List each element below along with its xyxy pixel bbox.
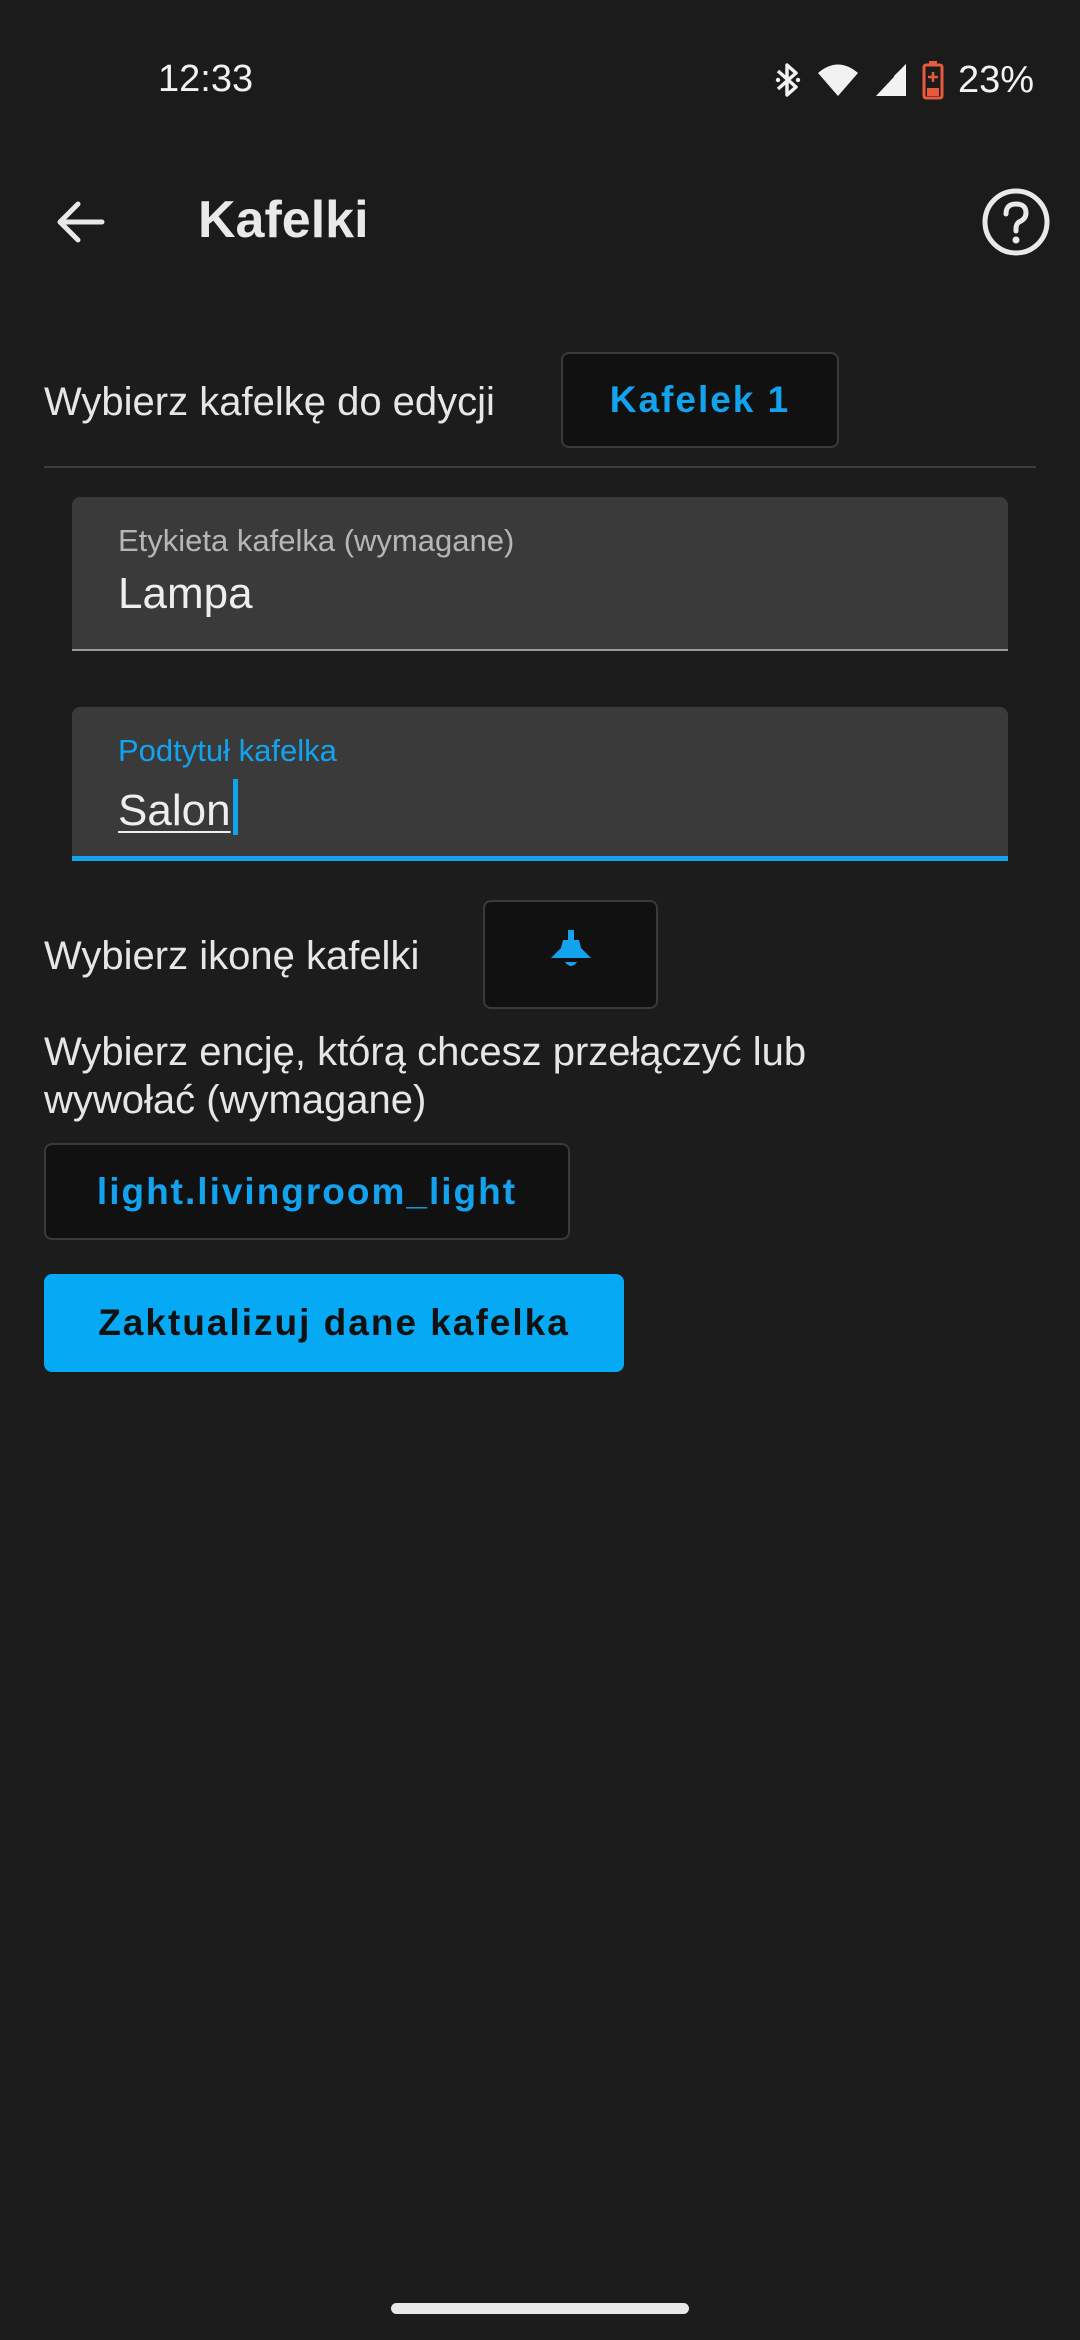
entity-selector-value: light.livingroom_light bbox=[96, 1170, 518, 1212]
screen: 12:33 23% Kafelki Wybierz kafelkę do edy… bbox=[0, 0, 1080, 2340]
tile-label-field-underline bbox=[72, 649, 1008, 651]
bluetooth-icon bbox=[774, 60, 802, 100]
app-bar: Kafelki bbox=[0, 160, 1080, 290]
tile-selector-button[interactable]: Kafelek 1 bbox=[561, 352, 839, 448]
status-time: 12:33 bbox=[158, 58, 254, 100]
help-circle-icon bbox=[981, 187, 1051, 262]
entity-selector-label-line2: wywołać (wymagane) bbox=[44, 1078, 427, 1122]
entity-selector-label-line1: Wybierz encję, którą chcesz przełączyć l… bbox=[44, 1030, 807, 1074]
battery-percent: 23% bbox=[957, 58, 1034, 101]
tile-selector-label: Wybierz kafelkę do edycji bbox=[44, 380, 495, 424]
entity-selector-button[interactable]: light.livingroom_light bbox=[44, 1143, 570, 1240]
entity-selector-label: Wybierz encję, którą chcesz przełączyć l… bbox=[44, 1028, 806, 1124]
ceiling-lamp-icon bbox=[547, 928, 595, 981]
icon-selector-button[interactable] bbox=[483, 900, 658, 1009]
arrow-back-icon bbox=[54, 200, 106, 249]
tile-label-field[interactable]: Etykieta kafelka (wymagane) Lampa bbox=[72, 497, 1008, 651]
page-title: Kafelki bbox=[198, 191, 369, 249]
back-button[interactable] bbox=[40, 184, 120, 264]
tile-selector-value: Kafelek 1 bbox=[609, 379, 791, 420]
tile-subtitle-field[interactable]: Podtytuł kafelka Salon bbox=[72, 707, 1008, 861]
tile-label-field-label: Etykieta kafelka (wymagane) bbox=[118, 523, 515, 558]
divider bbox=[44, 466, 1036, 468]
update-tile-button-label: Zaktualizuj dane kafelka bbox=[98, 1302, 570, 1343]
tile-subtitle-field-underline bbox=[72, 856, 1008, 861]
signal-icon bbox=[874, 62, 908, 98]
help-button[interactable] bbox=[976, 184, 1056, 264]
battery-icon bbox=[922, 60, 944, 100]
tile-subtitle-field-value-wrap: Salon bbox=[118, 779, 238, 836]
tile-subtitle-field-value: Salon bbox=[118, 786, 231, 835]
text-cursor bbox=[232, 779, 238, 835]
tile-subtitle-field-label: Podtytuł kafelka bbox=[118, 733, 337, 768]
wifi-icon bbox=[816, 62, 860, 98]
home-indicator[interactable] bbox=[391, 2303, 689, 2314]
update-tile-button[interactable]: Zaktualizuj dane kafelka bbox=[44, 1274, 624, 1372]
icon-selector-label: Wybierz ikonę kafelki bbox=[44, 934, 420, 978]
tile-label-field-value: Lampa bbox=[118, 569, 253, 618]
status-icons: 23% bbox=[774, 58, 1034, 102]
status-bar: 12:33 23% bbox=[0, 0, 1080, 160]
